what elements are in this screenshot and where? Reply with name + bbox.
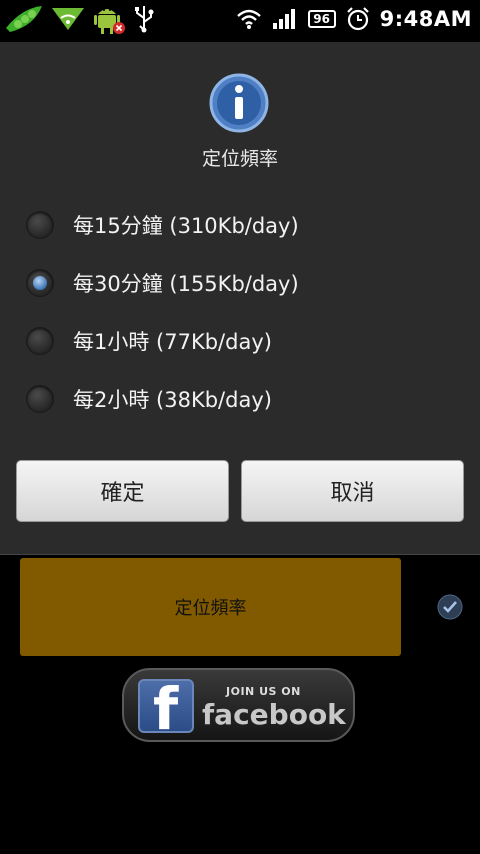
battery-level: 96 bbox=[313, 12, 330, 26]
option-1hour[interactable]: 每1小時 (77Kb/day) bbox=[26, 319, 466, 363]
checkmark-icon bbox=[437, 594, 463, 620]
signal-icon bbox=[272, 9, 295, 29]
dialog-title: 定位頻率 bbox=[201, 148, 278, 170]
peas-icon bbox=[6, 6, 42, 32]
facebook-logo-icon: f bbox=[138, 679, 194, 733]
usb-icon bbox=[135, 6, 154, 33]
notification-icons bbox=[4, 2, 156, 36]
battery-icon: 96 bbox=[307, 10, 336, 28]
radio-button-selected[interactable] bbox=[26, 269, 54, 297]
radio-button[interactable] bbox=[26, 327, 54, 355]
alarm-icon bbox=[346, 7, 369, 31]
radio-button[interactable] bbox=[26, 211, 54, 239]
cancel-button[interactable]: 取消 bbox=[241, 460, 464, 522]
radio-button[interactable] bbox=[26, 385, 54, 413]
option-label: 每1小時 (77Kb/day) bbox=[73, 330, 272, 354]
facebook-wordmark: facebook bbox=[202, 698, 346, 731]
frequency-dialog: 定位頻率 每15分鐘 (310Kb/day) 每30分鐘 (155Kb/day)… bbox=[0, 42, 480, 555]
info-icon bbox=[209, 73, 269, 133]
status-bar: 96 9:48AM bbox=[0, 0, 480, 38]
android-icon bbox=[94, 9, 125, 34]
frequency-setting-label: 定位頻率 bbox=[174, 598, 247, 619]
option-15min[interactable]: 每15分鐘 (310Kb/day) bbox=[26, 203, 466, 247]
facebook-join-text: JOIN US ON bbox=[226, 685, 301, 698]
clock: 9:48AM bbox=[379, 7, 472, 31]
ok-button[interactable]: 確定 bbox=[16, 460, 229, 522]
option-label: 每15分鐘 (310Kb/day) bbox=[73, 214, 299, 238]
option-2hour[interactable]: 每2小時 (38Kb/day) bbox=[26, 377, 466, 421]
wifi-notification-icon bbox=[52, 8, 84, 30]
option-label: 每30分鐘 (155Kb/day) bbox=[73, 272, 299, 296]
system-icons: 96 9:48AM bbox=[236, 0, 472, 38]
wifi-icon bbox=[236, 9, 261, 29]
option-30min[interactable]: 每30分鐘 (155Kb/day) bbox=[26, 261, 466, 305]
facebook-join-button[interactable]: f JOIN US ON facebook bbox=[122, 668, 355, 742]
frequency-setting-button[interactable]: 定位頻率 bbox=[20, 558, 401, 656]
option-label: 每2小時 (38Kb/day) bbox=[73, 388, 272, 412]
